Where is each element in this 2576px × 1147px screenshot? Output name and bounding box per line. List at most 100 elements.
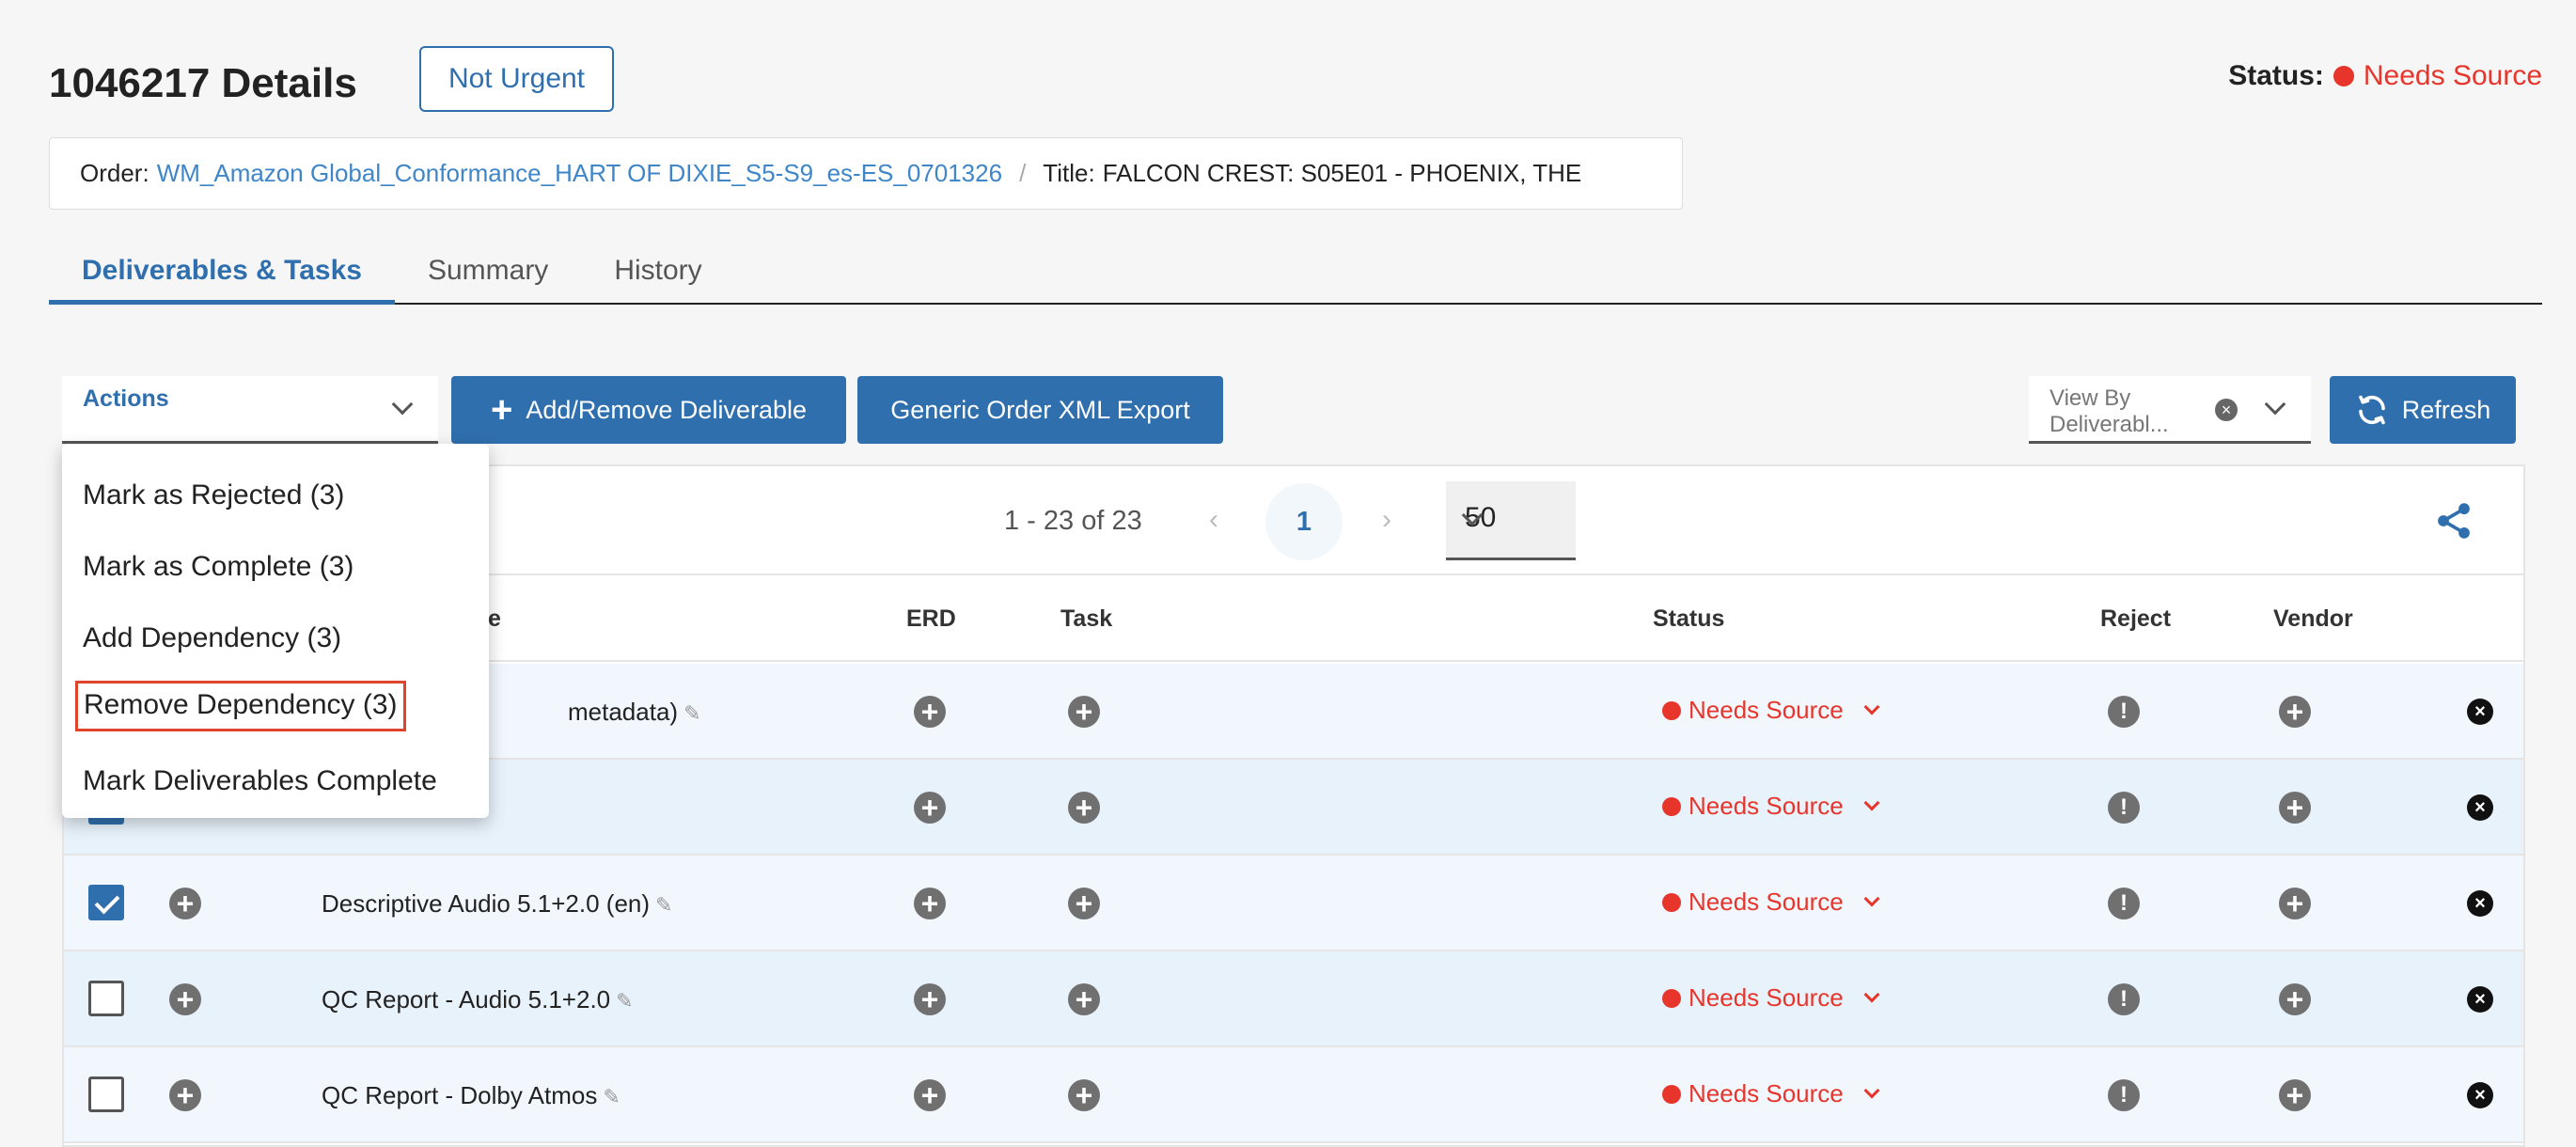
remove-row-icon[interactable]: × — [2467, 699, 2493, 725]
status-dot-icon — [1662, 988, 1681, 1008]
chevron-down-icon — [1863, 986, 1880, 1002]
add-erd-icon[interactable]: + — [914, 792, 946, 824]
chevron-down-icon — [1863, 794, 1880, 810]
title-label: Title: — [1043, 159, 1095, 187]
chevron-down-icon — [1863, 699, 1880, 715]
row-status[interactable]: Needs Source — [1662, 696, 1880, 725]
title-value: FALCON CREST: S05E01 - PHOENIX, THE — [1102, 159, 1582, 187]
menu-item-add-dependency[interactable]: Add Dependency (3) — [83, 622, 341, 654]
tab-summary[interactable]: Summary — [395, 246, 581, 305]
chevron-down-icon — [1863, 1082, 1880, 1098]
chevron-down-icon — [2264, 393, 2286, 416]
tab-deliverables-tasks[interactable]: Deliverables & Tasks — [49, 246, 395, 305]
chevron-down-icon — [1863, 890, 1880, 906]
clear-icon[interactable]: × — [2215, 399, 2238, 421]
table-row[interactable]: + Descriptive Audio 5.1+2.0 (en) ✎ + + Ne… — [64, 856, 2523, 951]
add-task-icon[interactable]: + — [1068, 792, 1100, 824]
add-remove-deliverable-button[interactable]: + Add/Remove Deliverable — [451, 376, 846, 444]
add-remove-deliverable-label: Add/Remove Deliverable — [526, 395, 807, 424]
row-status[interactable]: Needs Source — [1662, 1079, 1880, 1108]
row-title: QC Report - Dolby Atmos ✎ — [322, 1081, 620, 1110]
row-checkbox[interactable] — [88, 981, 124, 1016]
pencil-icon[interactable]: ✎ — [603, 1085, 620, 1108]
col-task[interactable]: Task — [1060, 605, 1112, 633]
menu-item-mark-deliverables-complete[interactable]: Mark Deliverables Complete — [83, 765, 437, 797]
reject-icon[interactable]: ! — [2108, 696, 2140, 728]
urgency-badge[interactable]: Not Urgent — [419, 46, 614, 112]
row-status-text: Needs Source — [1689, 696, 1844, 724]
add-erd-icon[interactable]: + — [914, 983, 946, 1015]
reject-icon[interactable]: ! — [2108, 983, 2140, 1015]
expand-row-icon[interactable]: + — [169, 1079, 201, 1111]
row-status[interactable]: Needs Source — [1662, 983, 1880, 1013]
row-title: Descriptive Audio 5.1+2.0 (en) ✎ — [322, 889, 672, 919]
col-vendor[interactable]: Vendor — [2273, 605, 2353, 633]
breadcrumb: Order: WM_Amazon Global_Conformance_HART… — [49, 137, 1683, 210]
add-task-icon[interactable]: + — [1068, 1079, 1100, 1111]
expand-row-icon[interactable]: + — [169, 983, 201, 1015]
menu-item-remove-dependency[interactable]: Remove Dependency (3) — [75, 681, 406, 731]
row-checkbox[interactable] — [88, 885, 124, 920]
refresh-button[interactable]: Refresh — [2330, 376, 2516, 444]
reject-icon[interactable]: ! — [2108, 792, 2140, 824]
view-by-value: Deliverabl... — [2050, 412, 2169, 437]
row-status[interactable]: Needs Source — [1662, 888, 1880, 917]
remove-row-icon[interactable]: × — [2467, 1082, 2493, 1108]
chevron-down-icon — [391, 393, 414, 416]
tab-history[interactable]: History — [581, 246, 734, 305]
expand-row-icon[interactable]: + — [169, 888, 201, 919]
row-title-text: QC Report - Audio 5.1+2.0 — [322, 985, 611, 1013]
order-link[interactable]: WM_Amazon Global_Conformance_HART OF DIX… — [157, 159, 1002, 188]
view-by-select[interactable]: View By Deliverabl... × — [2029, 376, 2311, 444]
col-reject[interactable]: Reject — [2100, 605, 2171, 633]
pencil-icon[interactable]: ✎ — [655, 893, 672, 917]
pencil-icon[interactable]: ✎ — [683, 701, 700, 725]
col-status[interactable]: Status — [1653, 605, 1724, 633]
add-erd-icon[interactable]: + — [914, 888, 946, 919]
add-task-icon[interactable]: + — [1068, 696, 1100, 728]
status-dot-icon — [1662, 892, 1681, 912]
actions-label: Actions — [83, 385, 169, 412]
menu-item-mark-complete[interactable]: Mark as Complete (3) — [83, 551, 353, 583]
add-task-icon[interactable]: + — [1068, 888, 1100, 919]
row-checkbox[interactable] — [88, 1076, 124, 1112]
row-title-text: QC Report - Dolby Atmos — [322, 1081, 598, 1109]
status-dot-icon — [2333, 66, 2354, 86]
current-page-button[interactable]: 1 — [1265, 483, 1343, 560]
status-label: Status: — [2228, 60, 2324, 91]
breadcrumb-separator: / — [1019, 159, 1027, 187]
remove-row-icon[interactable]: × — [2467, 794, 2493, 821]
row-status-text: Needs Source — [1689, 983, 1844, 1012]
actions-dropdown[interactable]: Actions — [62, 376, 438, 444]
row-status[interactable]: Needs Source — [1662, 792, 1880, 821]
remove-row-icon[interactable]: × — [2467, 890, 2493, 917]
table-row[interactable]: + QC Report - Audio 5.1+2.0 ✎ + + Needs S… — [64, 951, 2523, 1047]
share-icon[interactable] — [2433, 500, 2474, 542]
pagination-range: 1 - 23 of 23 — [1004, 506, 1142, 536]
add-erd-icon[interactable]: + — [914, 1079, 946, 1111]
status-dot-icon — [1662, 796, 1681, 816]
col-erd[interactable]: ERD — [906, 605, 956, 633]
reject-icon[interactable]: ! — [2108, 888, 2140, 919]
refresh-icon — [2358, 395, 2385, 425]
add-task-icon[interactable]: + — [1068, 983, 1100, 1015]
add-vendor-icon[interactable]: + — [2279, 696, 2311, 728]
menu-item-mark-rejected[interactable]: Mark as Rejected (3) — [83, 479, 344, 511]
pencil-icon[interactable]: ✎ — [616, 989, 633, 1013]
reject-icon[interactable]: ! — [2108, 1079, 2140, 1111]
add-vendor-icon[interactable]: + — [2279, 983, 2311, 1015]
order-status: Status: Needs Source — [2228, 60, 2542, 92]
prev-page-button[interactable]: ‹ — [1209, 504, 1218, 536]
add-vendor-icon[interactable]: + — [2279, 888, 2311, 919]
remove-row-icon[interactable]: × — [2467, 986, 2493, 1013]
add-vendor-icon[interactable]: + — [2279, 792, 2311, 824]
row-status-text: Needs Source — [1689, 792, 1844, 820]
next-page-button[interactable]: › — [1382, 504, 1391, 536]
plus-icon: + — [490, 389, 513, 431]
refresh-label: Refresh — [2401, 395, 2491, 424]
table-row[interactable]: + QC Report - Dolby Atmos ✎ + + Needs Sou… — [64, 1047, 2523, 1143]
xml-export-button[interactable]: Generic Order XML Export — [857, 376, 1223, 444]
add-erd-icon[interactable]: + — [914, 696, 946, 728]
per-page-select[interactable]: 50 — [1446, 481, 1576, 560]
add-vendor-icon[interactable]: + — [2279, 1079, 2311, 1111]
